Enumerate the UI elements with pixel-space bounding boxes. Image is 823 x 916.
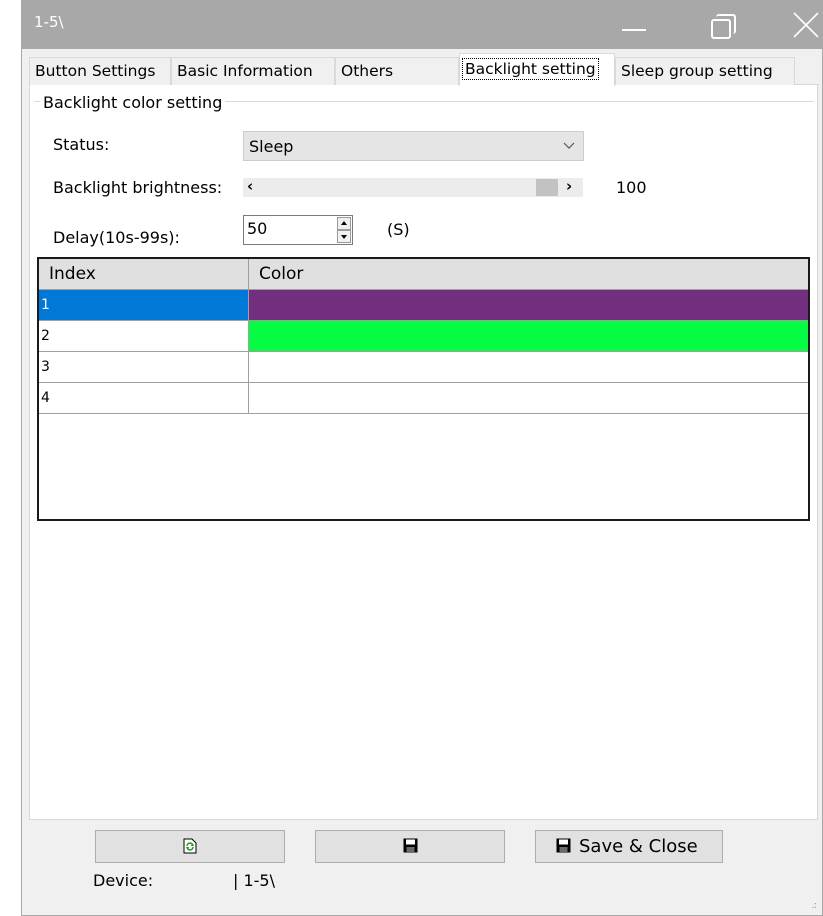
- device-value: | 1-5\: [233, 871, 275, 890]
- table-row[interactable]: 2: [39, 321, 808, 352]
- delay-input[interactable]: 50: [247, 219, 267, 238]
- save-close-button[interactable]: Save & Close: [535, 830, 723, 863]
- save-button[interactable]: [315, 830, 505, 863]
- tab-basic-information[interactable]: Basic Information: [171, 57, 335, 85]
- close-icon: [793, 12, 819, 38]
- floppy-disk-icon: [556, 838, 571, 853]
- row-color-cell[interactable]: [249, 290, 808, 321]
- status-select-value: Sleep: [249, 137, 294, 156]
- status-select[interactable]: Sleep: [243, 131, 584, 161]
- delay-label: Delay(10s-99s):: [53, 228, 180, 247]
- tab-others[interactable]: Others: [335, 57, 459, 85]
- row-color-cell[interactable]: [249, 321, 808, 352]
- column-header-index[interactable]: Index: [39, 259, 249, 290]
- brightness-slider-thumb[interactable]: [536, 179, 558, 196]
- brightness-slider[interactable]: ‹ ›: [243, 177, 583, 197]
- device-label: Device:: [93, 871, 154, 890]
- close-button[interactable]: [764, 1, 822, 49]
- tab-panel: Backlight color setting Status: Sleep Ba…: [29, 85, 818, 820]
- table-row[interactable]: 1: [39, 290, 808, 321]
- minimize-button[interactable]: [602, 1, 662, 49]
- table-row[interactable]: 3: [39, 352, 808, 383]
- chevron-down-icon: [563, 142, 575, 149]
- row-color-cell[interactable]: [249, 383, 808, 414]
- table-header: Index Color: [39, 259, 808, 290]
- save-close-label: Save & Close: [579, 836, 698, 857]
- tab-sleep-group-setting[interactable]: Sleep group setting: [615, 57, 795, 85]
- row-index: 3: [39, 352, 249, 383]
- tab-bar: Button Settings Basic Information Others…: [29, 53, 819, 86]
- resize-grip-icon[interactable]: .:: [811, 900, 816, 911]
- tab-button-settings[interactable]: Button Settings: [29, 57, 171, 85]
- brightness-label: Backlight brightness:: [53, 178, 223, 197]
- brightness-value: 100: [616, 178, 647, 197]
- window-title: 1-5\: [34, 13, 64, 31]
- delay-unit: (S): [387, 220, 410, 239]
- tab-backlight-setting[interactable]: Backlight setting: [459, 53, 615, 86]
- refresh-icon: [183, 838, 197, 854]
- maximize-button[interactable]: [687, 1, 747, 49]
- scroll-left-icon[interactable]: ‹: [247, 177, 253, 195]
- color-table: Index Color 1 2 3 4: [37, 257, 810, 521]
- stepper-down-icon[interactable]: [337, 230, 351, 243]
- scroll-right-icon[interactable]: ›: [566, 177, 572, 195]
- refresh-button[interactable]: [95, 830, 285, 863]
- delay-stepper[interactable]: 50: [243, 215, 353, 245]
- row-color-cell[interactable]: [249, 352, 808, 383]
- floppy-disk-icon: [403, 838, 418, 853]
- group-title: Backlight color setting: [40, 93, 226, 112]
- row-index: 1: [39, 290, 249, 321]
- title-bar: 1-5\: [22, 1, 822, 49]
- stepper-up-icon[interactable]: [337, 217, 351, 230]
- table-row[interactable]: 4: [39, 383, 808, 414]
- row-index: 4: [39, 383, 249, 414]
- app-window: 1-5\ Button Settings Basic Information O…: [21, 0, 823, 916]
- row-index: 2: [39, 321, 249, 352]
- status-label: Status:: [53, 135, 110, 154]
- column-header-color[interactable]: Color: [249, 259, 808, 290]
